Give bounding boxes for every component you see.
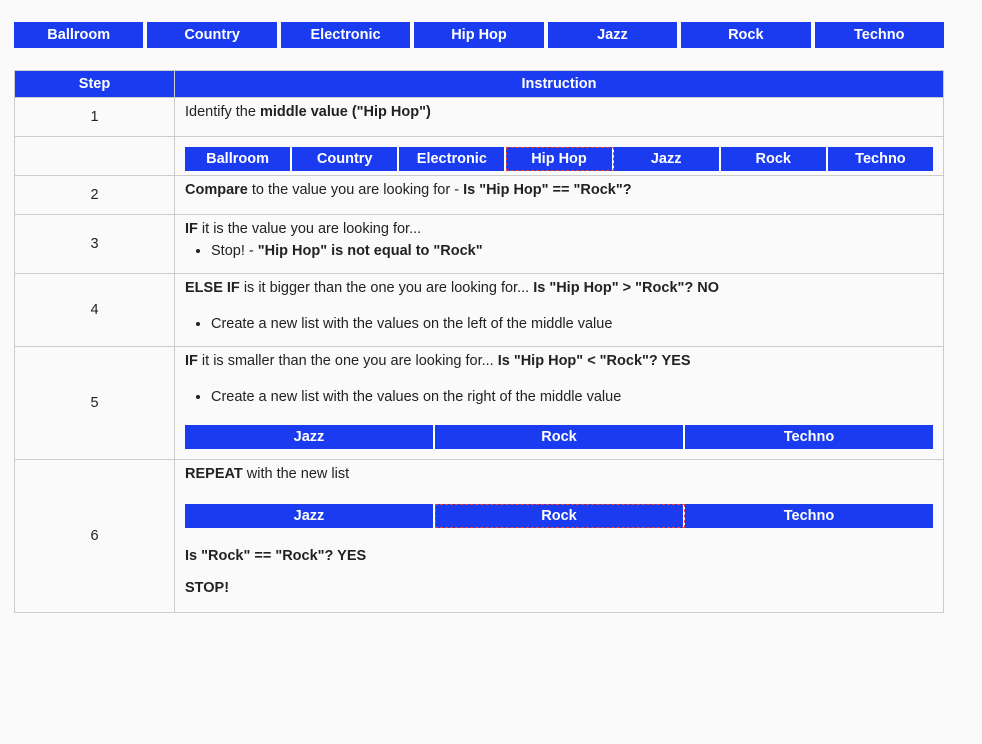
table-row: 5 IF it is smaller than the one you are … [15,347,944,460]
instruction-cell: Compare to the value you are looking for… [175,176,944,215]
text-bold: Is "Hip Hop" < "Rock"? YES [498,353,691,369]
inner-cell: Jazz [614,147,721,171]
text-bold: IF [185,353,198,369]
header-instruction: Instruction [175,71,944,98]
genre-cell: Rock [681,22,810,48]
list-item: Create a new list with the values on the… [211,389,933,405]
text-bold: Is "Hip Hop" > "Rock"? NO [533,280,719,296]
header-step: Step [15,71,175,98]
genre-cell: Ballroom [14,22,143,48]
step-number [15,137,175,176]
instruction-cell: Identify the middle value ("Hip Hop") [175,98,944,137]
inner-cell: Techno [685,425,933,449]
step-number: 1 [15,98,175,137]
text: Stop! - [211,243,258,259]
genre-header: Ballroom Country Electronic Hip Hop Jazz… [14,22,944,48]
step-number: 6 [15,460,175,613]
text: to the value you are looking for - [248,182,463,198]
inner-row: Jazz Rock Techno [185,425,933,449]
genre-cell: Techno [815,22,944,48]
instruction-cell: ELSE IF is it bigger than the one you ar… [175,274,944,347]
genre-cell: Jazz [548,22,677,48]
instruction-cell: IF it is the value you are looking for..… [175,215,944,274]
text-bold: Compare [185,182,248,198]
text: with the new list [243,466,349,482]
list-item: Stop! - "Hip Hop" is not equal to "Rock" [211,243,933,259]
table-row: 1 Identify the middle value ("Hip Hop") [15,98,944,137]
inner-cell-highlighted: Rock [435,504,685,528]
instruction-cell: IF it is smaller than the one you are lo… [175,347,944,460]
inner-cell: Country [292,147,399,171]
text-bold: Is "Hip Hop" == "Rock"? [463,182,632,198]
inner-cell: Electronic [399,147,506,171]
instruction-cell: Ballroom Country Electronic Hip Hop Jazz… [175,137,944,176]
table-row: 3 IF it is the value you are looking for… [15,215,944,274]
step-number: 2 [15,176,175,215]
genre-cell: Country [147,22,276,48]
text: is it bigger than the one you are lookin… [240,280,533,296]
inner-row: Jazz Rock Techno [185,504,933,528]
genre-cell: Hip Hop [414,22,543,48]
steps-table: Step Instruction 1 Identify the middle v… [14,70,944,613]
step-number: 3 [15,215,175,274]
table-row: 2 Compare to the value you are looking f… [15,176,944,215]
text-bold: ELSE IF [185,280,240,296]
step-number: 4 [15,274,175,347]
text-bold: Is "Rock" == "Rock"? YES [185,548,366,564]
inner-cell: Techno [828,147,933,171]
inner-row: Ballroom Country Electronic Hip Hop Jazz… [185,147,933,171]
inner-cell: Rock [435,425,685,449]
inner-cell: Rock [721,147,828,171]
text-bold: "Hip Hop" is not equal to "Rock" [258,243,483,259]
list-item: Create a new list with the values on the… [211,316,933,332]
inner-cell-highlighted: Hip Hop [506,147,613,171]
table-row: 4 ELSE IF is it bigger than the one you … [15,274,944,347]
step-number: 5 [15,347,175,460]
text-bold: middle value ("Hip Hop") [260,104,431,120]
inner-cell: Jazz [185,425,435,449]
table-row: Ballroom Country Electronic Hip Hop Jazz… [15,137,944,176]
text-bold: STOP! [185,580,229,596]
text-bold: IF [185,221,198,237]
text: it is the value you are looking for... [198,221,421,237]
text: Identify the [185,104,260,120]
text-bold: REPEAT [185,466,243,482]
inner-cell: Ballroom [185,147,292,171]
instruction-cell: REPEAT with the new list Jazz Rock Techn… [175,460,944,613]
table-row: 6 REPEAT with the new list Jazz Rock Tec… [15,460,944,613]
inner-cell: Jazz [185,504,435,528]
inner-cell: Techno [685,504,933,528]
genre-cell: Electronic [281,22,410,48]
text: it is smaller than the one you are looki… [198,353,498,369]
